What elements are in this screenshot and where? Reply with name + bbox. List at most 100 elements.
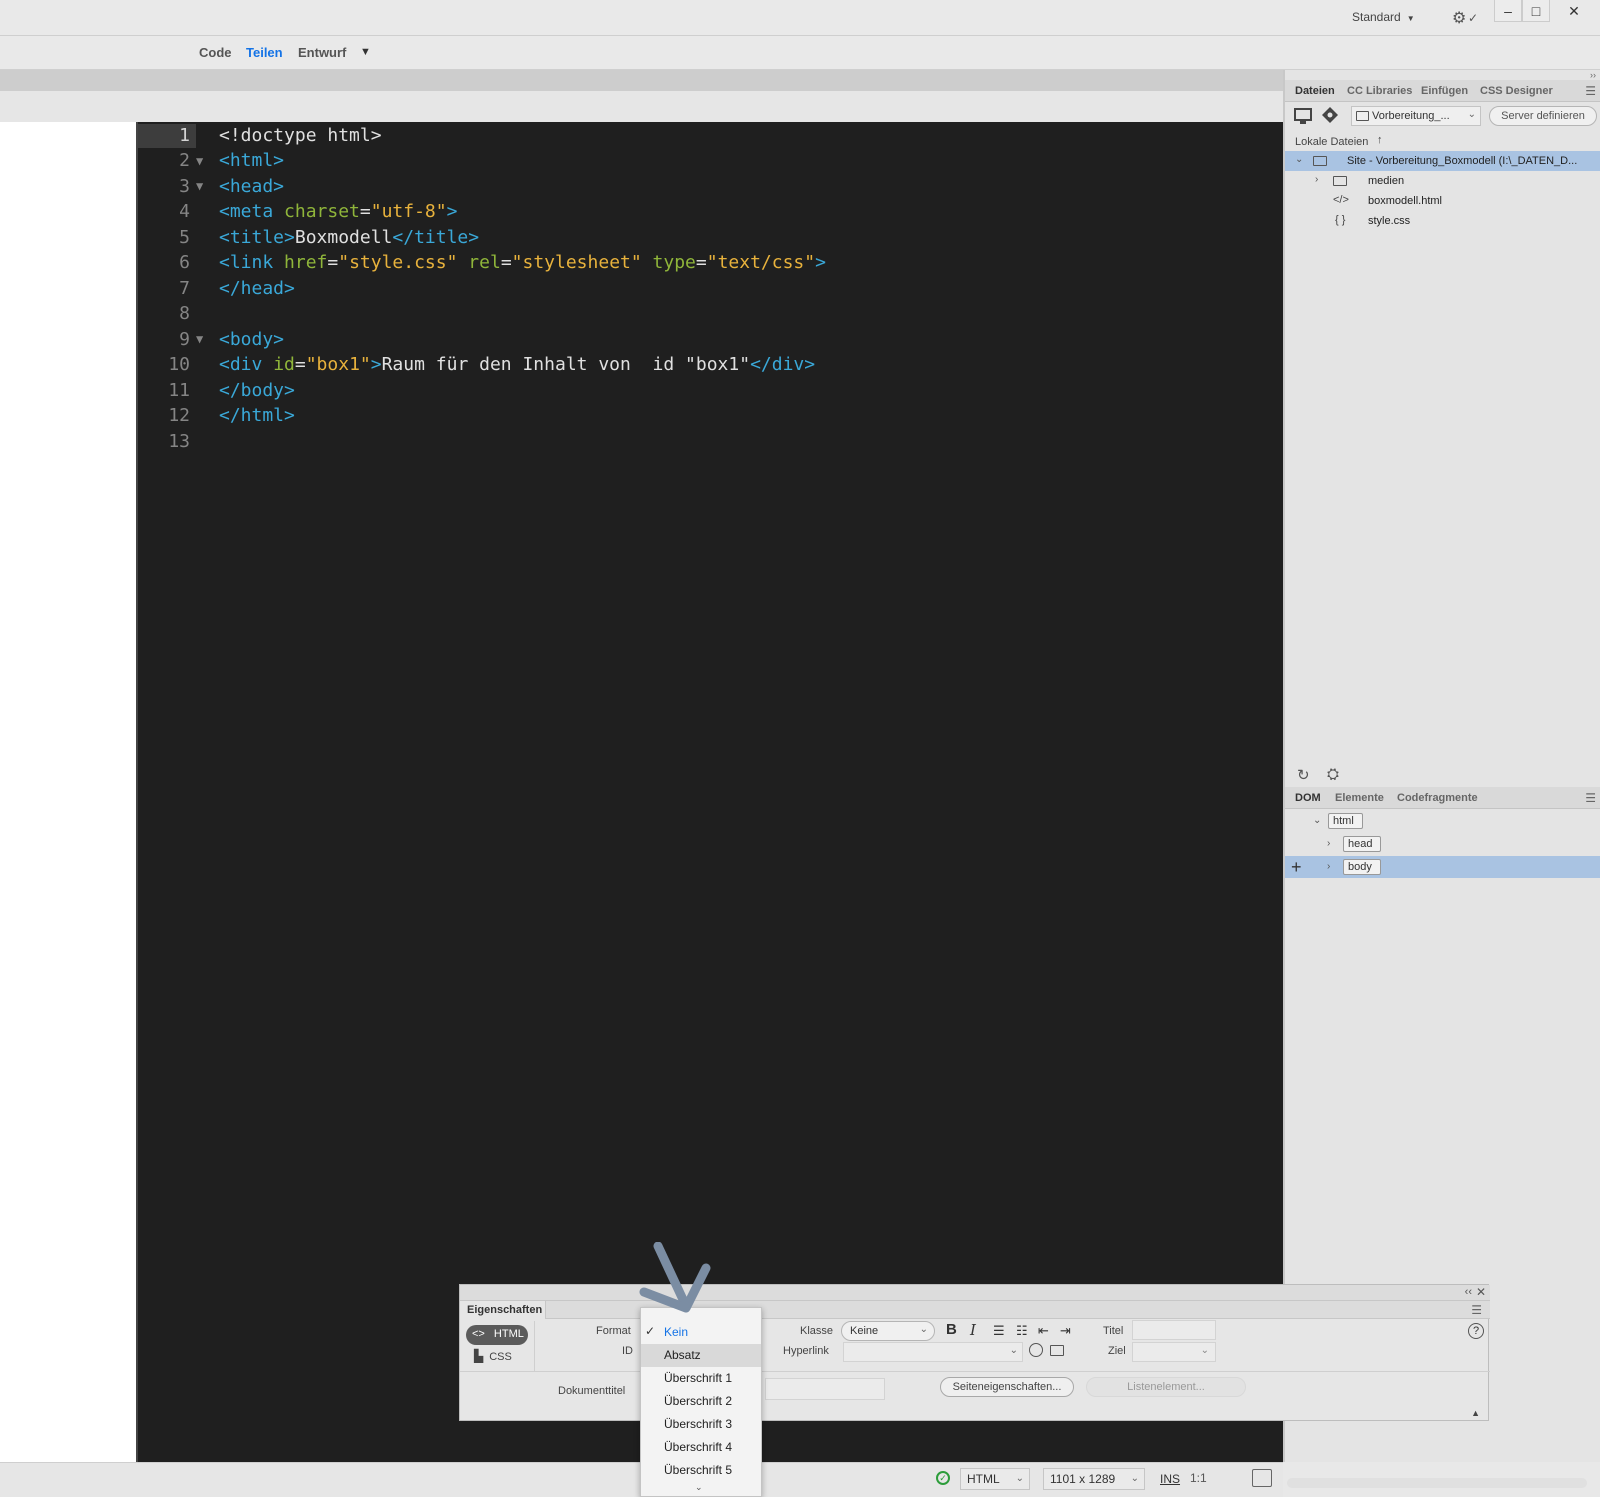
format-option[interactable]: Überschrift 1: [641, 1367, 761, 1390]
view-code-button[interactable]: Code: [199, 45, 232, 60]
code-line[interactable]: <body>: [219, 329, 284, 350]
arrow-up-icon[interactable]: ↑: [1377, 134, 1383, 146]
ordered-list-icon[interactable]: ☷: [1016, 1323, 1028, 1339]
files-panel-actions: ↻ ⛭: [1283, 763, 1600, 787]
code-line[interactable]: </html>: [219, 405, 295, 426]
html-mode-button[interactable]: <> HTML: [466, 1325, 528, 1345]
connect-icon[interactable]: ⛭: [1327, 766, 1339, 783]
application-bar: Standard ▼ ⚙ ✓ – □ ✕: [0, 0, 1600, 36]
close-icon[interactable]: ✕: [1476, 1285, 1486, 1299]
page-properties-button[interactable]: Seiteneigenschaften...: [940, 1377, 1074, 1397]
view-split-button[interactable]: Teilen: [246, 45, 283, 60]
dom-node-html[interactable]: ⌄ html: [1285, 810, 1600, 832]
dom-node-head[interactable]: › head: [1285, 833, 1600, 855]
git-icon[interactable]: [1321, 106, 1339, 124]
format-option[interactable]: ✓ Kein: [641, 1321, 761, 1344]
chevron-down-icon[interactable]: ⌄: [1313, 815, 1321, 826]
chevron-down-icon[interactable]: ⌄: [695, 1482, 703, 1493]
folder-icon: [1356, 111, 1369, 121]
tab-elements[interactable]: Elemente: [1335, 792, 1384, 804]
chevron-down-icon: ⌄: [1015, 1473, 1024, 1484]
tab-css-designer[interactable]: CSS Designer: [1480, 85, 1553, 97]
code-line[interactable]: </body>: [219, 380, 295, 401]
document-title-input[interactable]: [765, 1378, 885, 1400]
tree-row-file[interactable]: </> boxmodell.html: [1285, 191, 1600, 211]
design-view[interactable]: [0, 122, 136, 1462]
chevron-down-icon[interactable]: ▼: [360, 46, 371, 58]
format-option[interactable]: Absatz: [641, 1344, 761, 1367]
code-line[interactable]: <meta charset="utf-8">: [219, 201, 457, 222]
code-line[interactable]: <title>Boxmodell</title>: [219, 227, 479, 248]
panel-scrollbar[interactable]: [1287, 1478, 1587, 1488]
fold-toggle-icon[interactable]: ▼: [196, 332, 203, 346]
check-ok-icon[interactable]: ✓: [936, 1471, 950, 1485]
bold-button[interactable]: B: [946, 1321, 957, 1338]
gear-icon[interactable]: ⚙: [1452, 8, 1466, 28]
browse-folder-icon[interactable]: [1050, 1345, 1064, 1356]
collapse-icon[interactable]: ‹‹: [1465, 1286, 1472, 1298]
panel-menu-icon[interactable]: ☰: [1471, 1303, 1482, 1317]
insert-mode-toggle[interactable]: INS: [1160, 1472, 1180, 1486]
tab-dom[interactable]: DOM: [1295, 792, 1321, 804]
code-line[interactable]: <head>: [219, 176, 284, 197]
file-label: style.css: [1368, 215, 1411, 227]
outdent-icon[interactable]: ⇤: [1038, 1323, 1049, 1339]
view-design-button[interactable]: Entwurf: [298, 45, 346, 60]
tree-row-site-root[interactable]: ⌄ Site - Vorbereitung_Boxmodell (I:\_DAT…: [1285, 151, 1600, 171]
format-option[interactable]: Überschrift 4: [641, 1436, 761, 1459]
hyperlink-input[interactable]: ⌄: [843, 1342, 1023, 1362]
properties-tab[interactable]: Eigenschaften: [460, 1301, 546, 1319]
tree-row-folder[interactable]: › medien: [1285, 171, 1600, 191]
chevron-down-icon[interactable]: ⌄: [1010, 1345, 1018, 1356]
target-select[interactable]: ⌄: [1132, 1342, 1216, 1362]
preview-icon[interactable]: [1252, 1469, 1272, 1487]
close-icon[interactable]: ✕: [1560, 0, 1588, 22]
window-size-select[interactable]: 1101 x 1289 ⌄: [1043, 1468, 1145, 1490]
format-option-label: Überschrift 4: [664, 1440, 733, 1454]
tree-row-file[interactable]: { } style.css: [1285, 211, 1600, 231]
connect-remote-icon[interactable]: [1293, 106, 1313, 126]
document-type-select[interactable]: HTML ⌄: [960, 1468, 1030, 1490]
format-option[interactable]: Überschrift 5: [641, 1459, 761, 1482]
code-line[interactable]: <link href="style.css" rel="stylesheet" …: [219, 252, 826, 273]
italic-button[interactable]: I: [970, 1321, 976, 1339]
maximize-icon[interactable]: □: [1522, 0, 1550, 22]
chevron-down-icon[interactable]: ⌄: [1295, 154, 1303, 165]
panel-menu-icon[interactable]: ☰: [1585, 791, 1596, 805]
define-server-button[interactable]: Server definieren: [1489, 106, 1597, 126]
css-mode-button[interactable]: ▙ CSS: [474, 1349, 512, 1363]
tab-insert[interactable]: Einfügen: [1421, 85, 1468, 97]
point-to-file-icon[interactable]: [1029, 1343, 1043, 1357]
tab-snippets[interactable]: Codefragmente: [1397, 792, 1478, 804]
class-select[interactable]: Keine ⌄: [841, 1321, 935, 1341]
fold-toggle-icon[interactable]: ▼: [196, 179, 203, 193]
title-input[interactable]: [1132, 1320, 1216, 1340]
minimize-icon[interactable]: –: [1494, 0, 1522, 22]
code-line[interactable]: <html>: [219, 150, 284, 171]
add-element-icon[interactable]: +: [1291, 857, 1302, 878]
sync-settings-icon[interactable]: ✓: [1468, 11, 1478, 25]
panel-menu-icon[interactable]: ☰: [1585, 84, 1596, 98]
code-line[interactable]: <div id="box1">Raum für den Inhalt von i…: [219, 354, 815, 375]
format-option[interactable]: Überschrift 2: [641, 1390, 761, 1413]
collapse-panels-icon[interactable]: ››: [1590, 70, 1596, 80]
indent-icon[interactable]: ⇥: [1060, 1323, 1071, 1339]
chevron-right-icon[interactable]: ›: [1327, 861, 1330, 872]
help-icon[interactable]: ?: [1468, 1323, 1484, 1339]
unordered-list-icon[interactable]: ☰: [993, 1323, 1005, 1339]
chevron-right-icon[interactable]: ›: [1327, 838, 1330, 849]
line-number: 5: [179, 227, 190, 248]
format-option[interactable]: Überschrift 3: [641, 1413, 761, 1436]
code-line[interactable]: <!doctype html>: [219, 125, 382, 146]
fold-toggle-icon[interactable]: ▼: [196, 154, 203, 168]
dom-node-body[interactable]: + › body: [1285, 856, 1600, 878]
chevron-right-icon[interactable]: ›: [1315, 174, 1318, 185]
workspace-switcher[interactable]: Standard ▼: [1352, 10, 1415, 24]
tab-files[interactable]: Dateien: [1295, 85, 1335, 97]
refresh-icon[interactable]: ↻: [1297, 766, 1310, 784]
tab-cc-libraries[interactable]: CC Libraries: [1347, 85, 1412, 97]
code-line[interactable]: </head>: [219, 278, 295, 299]
line-number: 2: [179, 150, 190, 171]
site-select[interactable]: Vorbereitung_... ⌄: [1351, 106, 1481, 126]
expand-icon[interactable]: ▲: [1471, 1408, 1480, 1418]
